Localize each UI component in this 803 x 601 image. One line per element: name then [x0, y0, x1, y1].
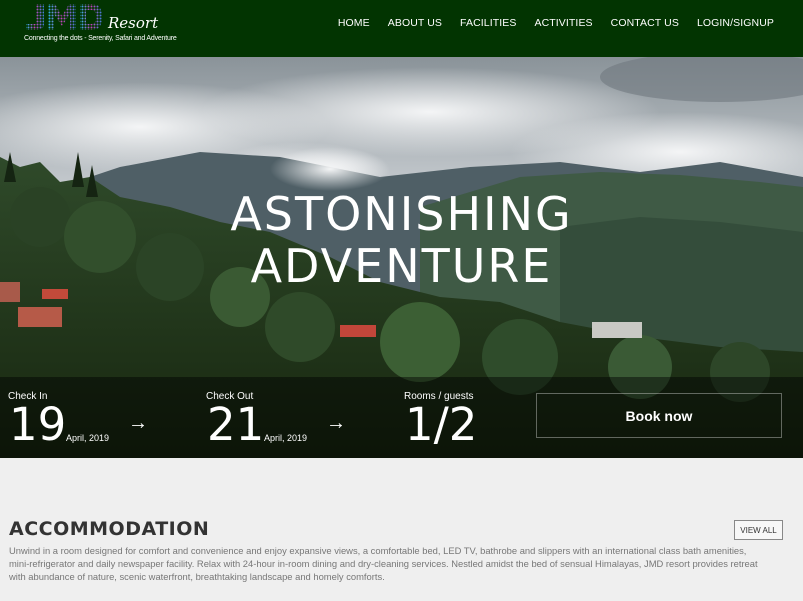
rooms-guests-field[interactable]: Rooms / guests 1/2	[404, 377, 524, 458]
hero-title-line-2: ADVENTURE	[250, 239, 553, 293]
rooms-guests-value: 1/2	[405, 398, 478, 451]
logo-script: Resort	[108, 14, 159, 32]
logo[interactable]: Resort Connecting the dots - Serenity, S…	[24, 2, 177, 48]
accommodation-section: ACCOMMODATION VIEW ALL Unwind in a room …	[0, 458, 803, 601]
logo-tagline: Connecting the dots - Serenity, Safari a…	[24, 35, 177, 42]
book-now-button[interactable]: Book now	[536, 393, 782, 438]
nav-home[interactable]: HOME	[329, 17, 379, 29]
nav-contact-us[interactable]: CONTACT US	[602, 17, 688, 29]
nav-about-us[interactable]: ABOUT US	[379, 17, 451, 29]
check-in-day: 19	[9, 398, 67, 451]
check-out-month: April, 2019	[264, 433, 308, 443]
logo-mark	[26, 4, 102, 30]
nav-activities[interactable]: ACTIVITIES	[525, 17, 601, 29]
check-in-month: April, 2019	[66, 433, 110, 443]
nav-facilities[interactable]: FACILITIES	[451, 17, 525, 29]
accommodation-description: Unwind in a room designed for comfort an…	[9, 545, 758, 582]
arrow-right-icon: →	[128, 412, 148, 434]
view-all-button[interactable]: VIEW ALL	[734, 520, 783, 540]
booking-bar: Check In 19 April, 2019 → Check Out 21 A…	[0, 377, 803, 458]
hero-title-line-1: ASTONISHING	[230, 187, 573, 241]
check-out-day: 21	[207, 398, 265, 451]
check-in-field[interactable]: Check In 19 April, 2019	[8, 377, 128, 458]
check-out-field[interactable]: Check Out 21 April, 2019	[206, 377, 326, 458]
accommodation-title: ACCOMMODATION	[9, 518, 210, 540]
nav-login-signup[interactable]: LOGIN/SIGNUP	[688, 17, 803, 29]
arrow-right-icon: →	[326, 412, 346, 434]
site-header: Resort Connecting the dots - Serenity, S…	[0, 0, 803, 57]
main-nav: HOME ABOUT US FACILITIES ACTIVITIES CONT…	[329, 0, 803, 45]
hero-title: ASTONISHING ADVENTURE	[0, 188, 803, 292]
